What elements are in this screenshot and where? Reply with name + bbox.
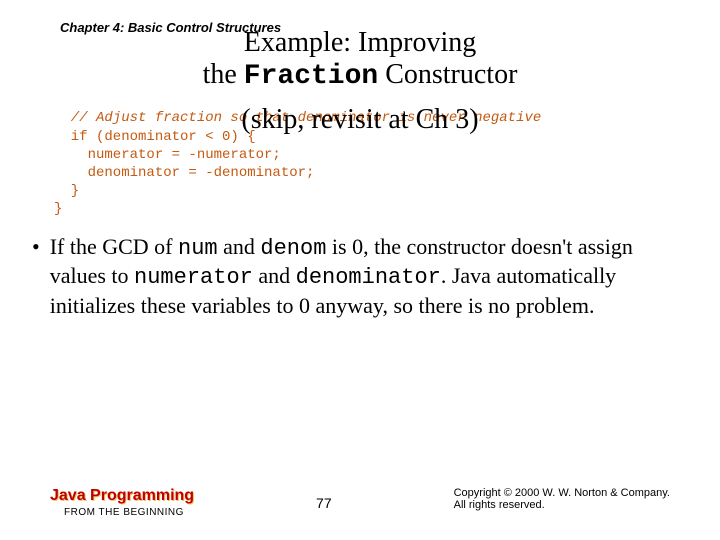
slide-title: Example: Improving the Fraction Construc…	[50, 27, 670, 93]
bullet-marker: •	[32, 233, 40, 320]
text: If the GCD of	[50, 234, 178, 259]
code-line: }	[54, 183, 79, 199]
code-line: numerator = -numerator;	[54, 147, 281, 163]
title-pre: the	[203, 59, 244, 90]
bullet-item: • If the GCD of num and denom is 0, the …	[32, 233, 670, 320]
code-inline: numerator	[134, 265, 253, 290]
code-line: }	[54, 201, 62, 217]
book-subtitle: FROM THE BEGINNING	[64, 507, 194, 518]
text: and	[218, 234, 261, 259]
copyright-line: Copyright © 2000 W. W. Norton & Company.	[454, 487, 670, 499]
book-title: Java Programming	[50, 487, 194, 505]
footer: Java Programming FROM THE BEGINNING 77 C…	[50, 487, 670, 518]
bullet-text: If the GCD of num and denom is 0, the co…	[50, 233, 670, 320]
page-number: 77	[316, 495, 332, 511]
title-line-2: the Fraction Constructor	[50, 59, 670, 93]
code-comment: // Adjust fraction so that denominator i…	[54, 110, 541, 126]
slide: Chapter 4: Basic Control Structures Exam…	[0, 0, 720, 540]
title-post: Constructor	[378, 59, 517, 90]
copyright-line: All rights reserved.	[454, 499, 670, 511]
text: and	[253, 263, 296, 288]
code-inline: denom	[260, 236, 326, 261]
code-block: // Adjust fraction so that denominator i…	[54, 109, 670, 218]
footer-left: Java Programming FROM THE BEGINNING	[50, 487, 194, 518]
code-inline: num	[178, 236, 218, 261]
code-line: if (denominator < 0) {	[54, 129, 256, 145]
code-inline: denominator	[296, 265, 441, 290]
copyright: Copyright © 2000 W. W. Norton & Company.…	[454, 487, 670, 511]
code-line: denominator = -denominator;	[54, 165, 314, 181]
title-code-word: Fraction	[244, 61, 378, 92]
